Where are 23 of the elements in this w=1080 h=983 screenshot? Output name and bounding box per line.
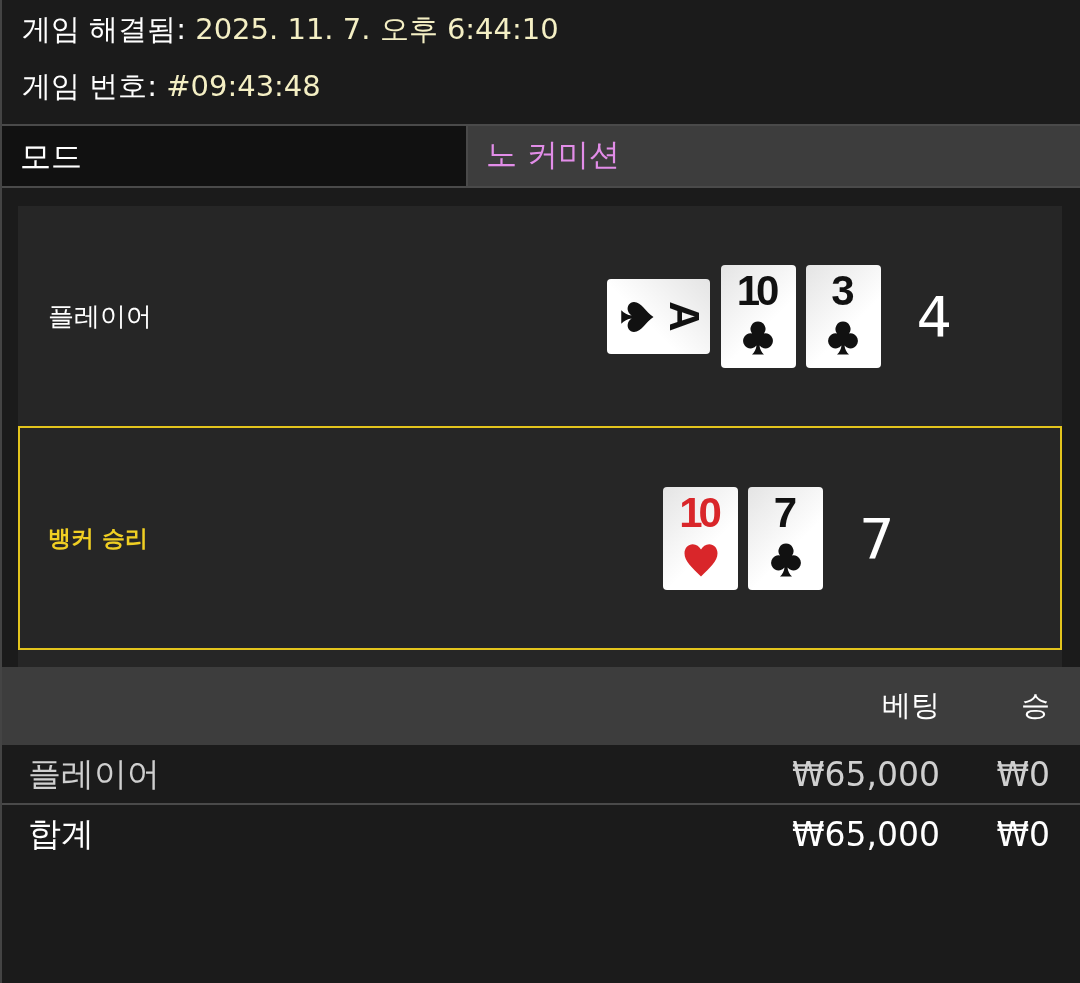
win-amount: ₩0 [970,804,1080,863]
bet-amount: ₩65,000 [499,745,970,804]
hand-label: 플레이어 [47,299,153,333]
info-value: #09:43:48 [165,69,321,103]
info-label: 게임 해결됨: [22,12,186,46]
win-amount: ₩0 [970,745,1080,804]
mode-value: 노 커미션 [468,126,1080,186]
bet-name: 플레이어 [2,745,500,804]
winner-label: 뱅커 승리 [47,523,149,553]
hand-score: 7 [859,505,896,571]
card-rank: A [661,300,706,328]
mode-label: 모드 [2,126,468,186]
column-header: 승 [970,667,1080,745]
card-rank: 7 [773,490,794,535]
info-value: 2025. 11. 7. 오후 6:44:10 [194,12,559,46]
column-header: 베팅 [499,667,970,745]
info-label: 게임 번호: [22,69,157,103]
bet-amount: ₩65,000 [499,804,970,863]
card-rank: 10 [679,490,718,535]
card-rank: 3 [831,268,851,313]
card-rank: 10 [736,268,776,313]
bet-name: 합계 [2,804,500,863]
hand-score: 4 [916,283,954,349]
